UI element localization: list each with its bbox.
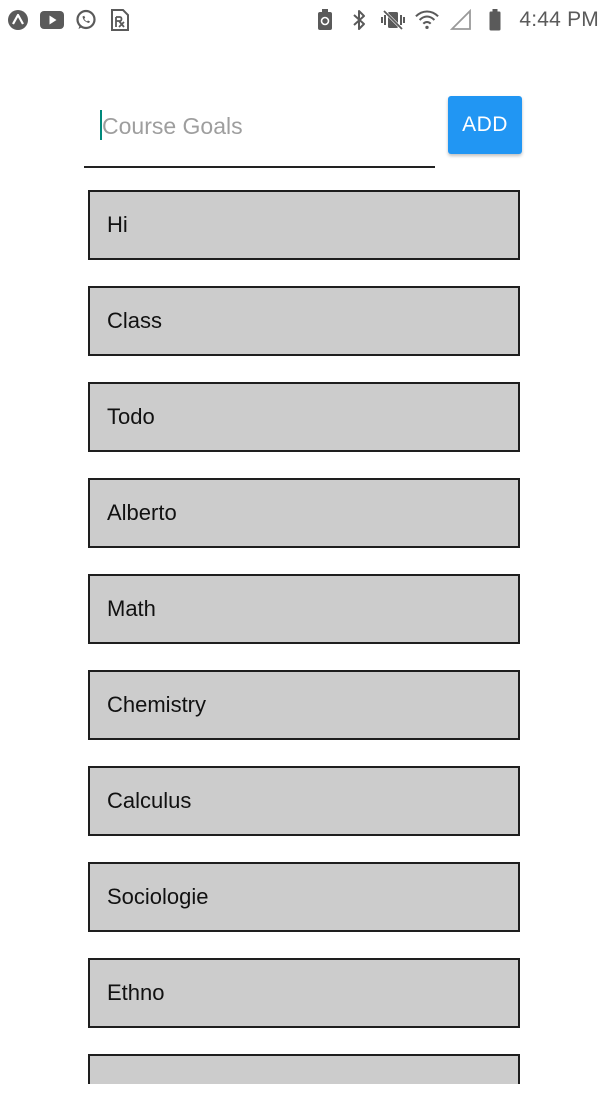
goal-text: Calculus [107,788,192,813]
goal-input-container [84,94,435,168]
battery-icon [483,8,507,32]
goal-text: Todo [107,404,155,429]
goal-text: Class [107,308,163,333]
prescription-icon [108,8,132,32]
vibrate-icon [381,8,406,32]
status-bar: 4:44 PM [0,0,607,40]
goal-item[interactable]: Hi [88,190,520,260]
goal-item[interactable]: Math [88,574,520,644]
battery-saver-icon [313,8,337,32]
bluetooth-icon [347,8,371,32]
goal-text: Sociologie [107,884,209,909]
course-goal-input[interactable] [98,108,432,144]
add-button[interactable]: ADD [448,96,522,154]
goal-text: Alberto [107,500,177,525]
goal-item[interactable]: Class [88,286,520,356]
goal-item[interactable]: Ethno [88,958,520,1028]
goal-text: Ethno [107,980,165,1005]
goal-input-row: ADD [84,94,524,168]
goal-item[interactable]: Sociologie [88,862,520,932]
goal-item[interactable]: Alberto [88,478,520,548]
text-caret [100,110,102,140]
whatsapp-icon [74,8,98,32]
goal-item[interactable]: Todo [88,382,520,452]
goals-list: Hi Class Todo Alberto Math Chemistry Cal… [88,190,520,1110]
wifi-icon [415,8,440,32]
expo-icon [6,8,30,32]
youtube-icon [40,8,64,32]
status-left-icons [6,8,132,32]
goal-item[interactable]: Chemistry [88,670,520,740]
status-time: 4:44 PM [519,8,599,31]
goal-text: Math [107,596,156,621]
goal-item[interactable]: Calculus [88,766,520,836]
status-right-icons: 4:44 PM [313,8,599,32]
no-signal-icon [449,8,473,32]
goal-text: Chemistry [107,692,207,717]
goal-text: Hi [107,212,128,237]
